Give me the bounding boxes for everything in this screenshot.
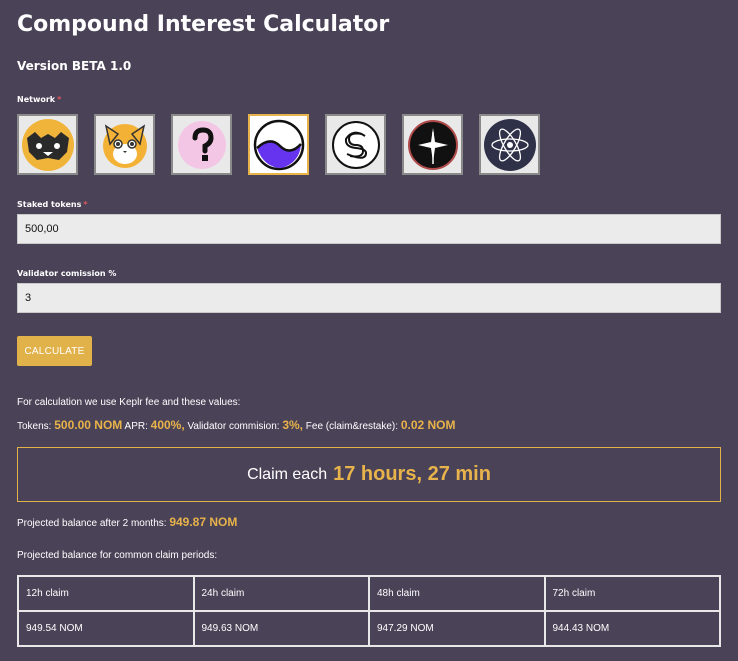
star-logo-icon (407, 119, 458, 170)
network-option-6[interactable] (402, 114, 463, 175)
period-header-48h: 48h claim (368, 575, 546, 612)
s-logo-icon (331, 120, 380, 169)
atom-logo-icon (483, 118, 536, 171)
network-selector (17, 114, 540, 175)
projected-balance: Projected balance after 2 months: 949.87… (17, 515, 238, 529)
calculation-info-text: For calculation we use Keplr fee and the… (17, 397, 241, 408)
claim-prefix: Claim each (247, 465, 328, 483)
version-label: Version BETA 1.0 (17, 59, 132, 73)
page-title: Compound Interest Calculator (17, 12, 390, 37)
period-value-24h: 949.63 NOM (192, 610, 370, 647)
validator-commission-input[interactable]: 3 (17, 283, 721, 313)
network-option-2[interactable] (94, 114, 155, 175)
network-option-4[interactable] (248, 114, 309, 175)
claim-periods-label: Projected balance for common claim perio… (17, 550, 218, 561)
staked-tokens-input[interactable]: 500,00 (17, 214, 721, 244)
calculation-parameters: Tokens: 500.00 NOM APR: 400%, Validator … (17, 418, 456, 432)
projected-balance-value: 949.87 NOM (169, 515, 238, 529)
staked-tokens-label: Staked tokens * (17, 200, 88, 209)
claim-interval-value: 17 hours, 27 min (333, 463, 491, 485)
period-header-72h: 72h claim (543, 575, 721, 612)
fee-value: 0.02 NOM (400, 418, 456, 432)
claim-result-box: Claim each 17 hours, 27 min (17, 447, 721, 502)
network-option-1[interactable] (17, 114, 78, 175)
network-option-7[interactable] (479, 114, 540, 175)
swirl-logo-icon (253, 119, 304, 170)
calculate-button[interactable]: CALCULATE (17, 336, 92, 366)
validator-commission-label: Validator comission % (17, 269, 117, 278)
period-value-12h: 949.54 NOM (17, 610, 195, 647)
network-option-5[interactable] (325, 114, 386, 175)
network-label: Network * (17, 95, 62, 104)
period-value-72h: 944.43 NOM (543, 610, 721, 647)
commission-value: 3%, (282, 418, 304, 432)
period-value-48h: 947.29 NOM (368, 610, 546, 647)
table-row: 12h claim 24h claim 48h claim 72h claim (17, 575, 721, 612)
wolf-logo-icon (21, 118, 74, 171)
cat-logo-icon (102, 123, 147, 168)
network-option-3[interactable] (171, 114, 232, 175)
period-header-24h: 24h claim (192, 575, 370, 612)
period-header-12h: 12h claim (17, 575, 195, 612)
table-row: 949.54 NOM 949.63 NOM 947.29 NOM 944.43 … (17, 610, 721, 647)
claim-periods-table: 12h claim 24h claim 48h claim 72h claim … (17, 575, 721, 647)
apr-value: 400%, (150, 418, 185, 432)
tokens-value: 500.00 NOM (54, 418, 123, 432)
question-mark-icon (177, 120, 226, 169)
